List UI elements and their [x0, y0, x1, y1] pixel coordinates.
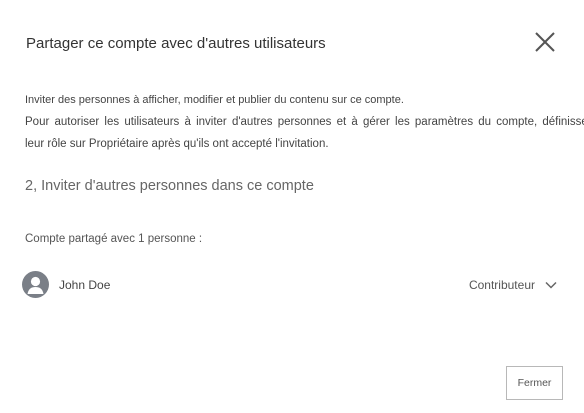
user-avatar-icon	[22, 271, 49, 298]
close-icon	[535, 32, 555, 52]
invite-section-heading: 2, Inviter d'autres personnes dans ce co…	[25, 178, 314, 194]
shared-with-label: Compte partagé avec 1 personne :	[25, 233, 203, 245]
share-account-dialog: Partager ce compte avec d'autres utilisa…	[0, 0, 584, 413]
role-dropdown-value: Contributeur	[468, 278, 535, 292]
close-button[interactable]	[533, 30, 557, 54]
dialog-title: Partager ce compte avec d'autres utilisa…	[26, 35, 326, 52]
description-line-1: Inviter des personnes à afficher, modifi…	[25, 94, 404, 106]
description-line-2: Pour autoriser les utilisateurs à invite…	[25, 116, 584, 128]
description-line-3: leur rôle sur Propriétaire après qu'ils …	[25, 138, 329, 150]
close-footer-button[interactable]: Fermer	[506, 366, 563, 400]
dialog-description: Inviter des personnes à afficher, modifi…	[25, 89, 584, 155]
chevron-down-icon	[545, 281, 557, 289]
user-name: John Doe	[59, 278, 111, 292]
role-dropdown[interactable]: Contributeur	[469, 275, 557, 295]
shared-user-row: John Doe Contributeur	[22, 271, 557, 299]
